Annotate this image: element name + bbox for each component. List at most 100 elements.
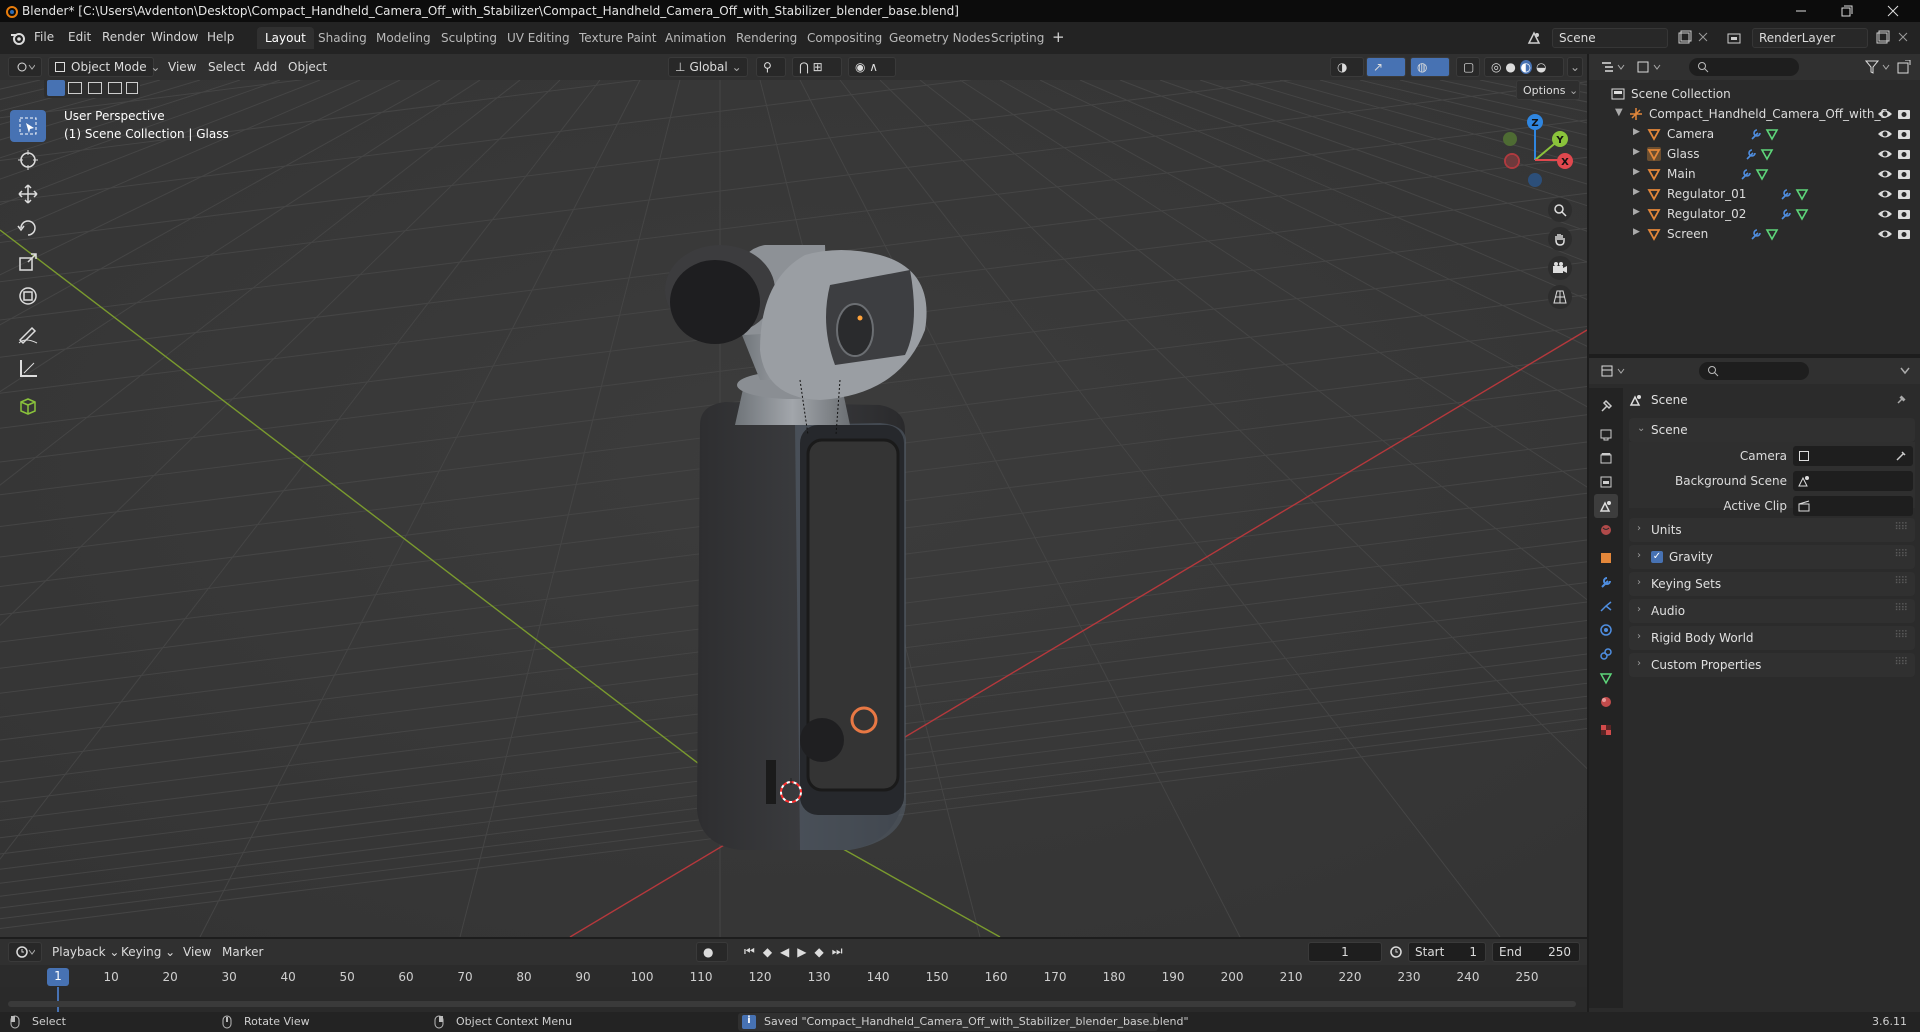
panel-scene[interactable]: ⌄ Scene <box>1629 418 1915 442</box>
measure-tool[interactable] <box>10 352 46 384</box>
outliner-object-row[interactable]: ▶ Regulator_02 <box>1589 204 1920 224</box>
material-shading-icon[interactable]: ◐ <box>1519 60 1533 74</box>
properties-editor-icon[interactable] <box>1601 364 1627 378</box>
menu-view[interactable]: View <box>168 60 196 74</box>
proportional-edit-button[interactable]: ◉ ∧ <box>848 57 896 77</box>
mesh-data-icon[interactable] <box>1765 127 1779 141</box>
shading-options-button[interactable]: ⌄ <box>1567 57 1583 77</box>
gizmo-toggle[interactable]: ↗ <box>1366 57 1406 77</box>
tab-view-layer[interactable] <box>1594 470 1618 494</box>
menu-help[interactable]: Help <box>207 30 234 44</box>
mesh-data-icon[interactable] <box>1760 147 1774 161</box>
mesh-data-icon[interactable] <box>1765 227 1779 241</box>
mesh-data-icon[interactable] <box>1795 187 1809 201</box>
modifier-wrench-icon[interactable] <box>1739 167 1753 181</box>
select-invert-icon[interactable] <box>108 82 122 94</box>
editor-type-button[interactable] <box>8 57 42 77</box>
eye-icon[interactable] <box>1877 187 1893 201</box>
auto-keying-toggle[interactable]: ● <box>696 942 728 962</box>
menu-playback[interactable]: Playback ⌄ <box>52 945 119 959</box>
overlay-toggle[interactable]: ◍ <box>1410 57 1450 77</box>
tab-scripting[interactable]: Scripting <box>983 27 1052 49</box>
panel-custom-properties[interactable]: › Custom Properties ⠿⠿ <box>1629 653 1915 677</box>
drag-handle-icon[interactable]: ⠿⠿ <box>1894 522 1908 533</box>
outliner-object-row[interactable]: ▶ Regulator_01 <box>1589 184 1920 204</box>
menu-add[interactable]: Add <box>254 60 277 74</box>
annotate-tool[interactable] <box>10 318 46 350</box>
tab-modifiers[interactable] <box>1594 570 1618 594</box>
menu-edit[interactable]: Edit <box>68 30 91 44</box>
remove-view-layer-icon[interactable] <box>1896 30 1910 44</box>
cursor-tool[interactable] <box>10 144 46 176</box>
tab-render[interactable] <box>1594 422 1618 446</box>
modifier-wrench-icon[interactable] <box>1749 227 1763 241</box>
filter-icon[interactable] <box>1865 60 1893 74</box>
playhead[interactable]: 1 <box>47 968 69 986</box>
camera-view-button[interactable] <box>1548 256 1572 280</box>
outliner-object-row[interactable]: ▶ Main <box>1589 164 1920 184</box>
drag-handle-icon[interactable]: ⠿⠿ <box>1894 576 1908 587</box>
options-button[interactable]: Options ⌄ <box>1516 80 1580 100</box>
modifier-wrench-icon[interactable] <box>1779 187 1793 201</box>
close-button[interactable] <box>1870 0 1916 22</box>
xray-toggle[interactable]: ▢ <box>1456 57 1480 77</box>
outliner-search-input[interactable] <box>1689 58 1799 76</box>
eye-icon[interactable] <box>1877 207 1893 221</box>
properties-search-input[interactable] <box>1699 362 1809 380</box>
tab-material[interactable] <box>1594 690 1618 714</box>
eye-icon[interactable] <box>1877 107 1893 121</box>
tab-physics[interactable] <box>1594 618 1618 642</box>
expand-arrow-icon[interactable]: ▶ <box>1633 127 1640 137</box>
panel-gravity[interactable]: › ✓ Gravity ⠿⠿ <box>1629 545 1915 569</box>
expand-arrow-icon[interactable]: ▶ <box>1633 207 1640 217</box>
outliner-collection-row[interactable]: ▼ Compact_Handheld_Camera_Off_with_S <box>1589 104 1920 124</box>
eye-icon[interactable] <box>1877 167 1893 181</box>
background-scene-field[interactable] <box>1793 471 1913 491</box>
expand-arrow-icon[interactable]: ▶ <box>1633 147 1640 157</box>
drag-handle-icon[interactable]: ⠿⠿ <box>1894 630 1908 641</box>
jump-end-icon[interactable]: ⏭ <box>832 944 843 959</box>
tab-scene[interactable] <box>1594 494 1618 518</box>
pin-icon[interactable] <box>1895 394 1907 406</box>
menu-object[interactable]: Object <box>288 60 327 74</box>
panel-units[interactable]: › Units ⠿⠿ <box>1629 518 1915 542</box>
menu-file[interactable]: File <box>34 30 54 44</box>
select-new-icon[interactable] <box>47 80 65 96</box>
shading-mode-buttons[interactable]: ◎ ● ◐ ◒ <box>1484 57 1564 77</box>
modifier-wrench-icon[interactable] <box>1779 207 1793 221</box>
select-box-tool[interactable] <box>10 110 46 142</box>
eye-icon[interactable] <box>1877 147 1893 161</box>
tab-object[interactable] <box>1594 546 1618 570</box>
rendered-shading-icon[interactable]: ◒ <box>1536 60 1546 74</box>
tab-tool[interactable] <box>1594 394 1618 418</box>
tab-constraints[interactable] <box>1594 642 1618 666</box>
view-layer-selector[interactable]: RenderLayer <box>1752 28 1868 48</box>
select-subtract-icon[interactable] <box>88 82 102 94</box>
scale-tool[interactable] <box>10 246 46 278</box>
select-intersect-icon[interactable] <box>126 82 138 94</box>
tab-data[interactable] <box>1594 666 1618 690</box>
solid-shading-icon[interactable]: ● <box>1505 60 1515 74</box>
camera-field[interactable] <box>1793 446 1913 466</box>
menu-timeline-view[interactable]: View <box>183 945 211 959</box>
outliner-object-row[interactable]: ▶ Glass <box>1589 144 1920 164</box>
panel-rigid-body-world[interactable]: › Rigid Body World ⠿⠿ <box>1629 626 1915 650</box>
start-frame-field[interactable]: Start 1 <box>1408 942 1486 962</box>
transform-orientation-selector[interactable]: ⊥ Global ⌄ <box>668 57 748 77</box>
current-frame-field[interactable]: 1 <box>1308 942 1382 962</box>
snap-button[interactable]: ⋂ ⊞ <box>792 57 842 77</box>
select-extend-icon[interactable] <box>68 82 82 94</box>
active-clip-field[interactable] <box>1793 496 1913 516</box>
tab-world[interactable] <box>1594 518 1618 542</box>
render-camera-icon[interactable] <box>1897 207 1911 221</box>
drag-handle-icon[interactable]: ⠿⠿ <box>1894 549 1908 560</box>
3d-viewport[interactable]: Z Y X User Perspective (1) Scene Collect… <box>0 80 1587 937</box>
tab-uv-editing[interactable]: UV Editing <box>499 27 578 49</box>
render-camera-icon[interactable] <box>1897 227 1911 241</box>
new-scene-icon[interactable] <box>1676 30 1692 46</box>
timeline-editor-type-button[interactable] <box>8 942 42 962</box>
render-camera-icon[interactable] <box>1897 127 1911 141</box>
new-view-layer-icon[interactable] <box>1874 30 1890 46</box>
expand-arrow-icon[interactable]: ▼ <box>1615 107 1623 118</box>
visibility-selector[interactable]: ◑ <box>1330 57 1364 77</box>
